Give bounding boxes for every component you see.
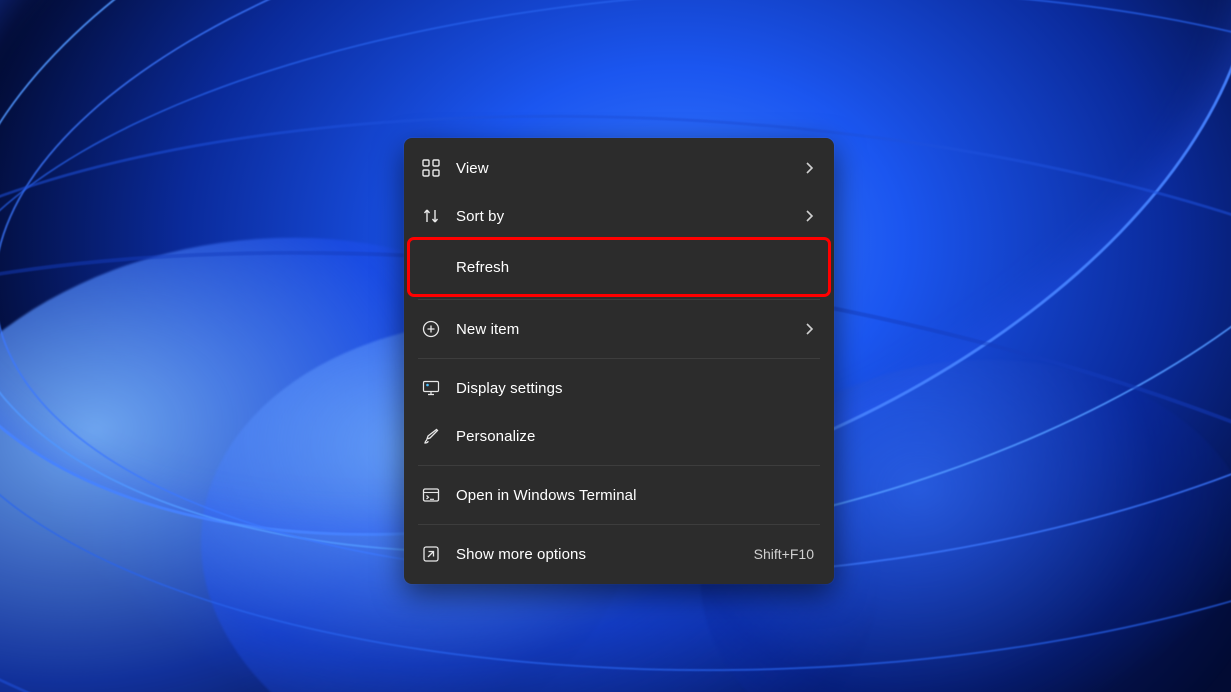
menu-separator	[418, 524, 820, 525]
menu-separator	[418, 465, 820, 466]
menu-item-label: Refresh	[456, 259, 814, 276]
menu-item-label: Open in Windows Terminal	[456, 487, 814, 504]
menu-item-label: View	[456, 160, 790, 177]
display-icon	[420, 377, 442, 399]
menu-separator	[418, 358, 820, 359]
menu-item-new-item[interactable]: New item	[410, 305, 828, 353]
chevron-right-icon	[804, 209, 814, 223]
menu-item-label: Sort by	[456, 208, 790, 225]
chevron-right-icon	[804, 322, 814, 336]
chevron-right-icon	[804, 161, 814, 175]
menu-item-personalize[interactable]: Personalize	[410, 412, 828, 460]
menu-item-view[interactable]: View	[410, 144, 828, 192]
plus-circle-icon	[420, 318, 442, 340]
grid-icon	[420, 157, 442, 179]
menu-separator	[418, 299, 820, 300]
sort-icon	[420, 205, 442, 227]
menu-item-label: New item	[456, 321, 790, 338]
menu-item-display-settings[interactable]: Display settings	[410, 364, 828, 412]
blank-icon	[420, 256, 442, 278]
terminal-icon	[420, 484, 442, 506]
keyboard-shortcut: Shift+F10	[754, 546, 814, 562]
menu-item-sort-by[interactable]: Sort by	[410, 192, 828, 240]
menu-item-label: Personalize	[456, 428, 814, 445]
expand-icon	[420, 543, 442, 565]
menu-item-open-terminal[interactable]: Open in Windows Terminal	[410, 471, 828, 519]
paintbrush-icon	[420, 425, 442, 447]
desktop-context-menu: View Sort by Refresh	[404, 138, 834, 584]
menu-item-label: Display settings	[456, 380, 814, 397]
menu-item-refresh[interactable]: Refresh	[410, 240, 828, 294]
desktop-wallpaper[interactable]: View Sort by Refresh	[0, 0, 1231, 692]
menu-item-show-more-options[interactable]: Show more options Shift+F10	[410, 530, 828, 578]
menu-item-label: Show more options	[456, 546, 740, 563]
